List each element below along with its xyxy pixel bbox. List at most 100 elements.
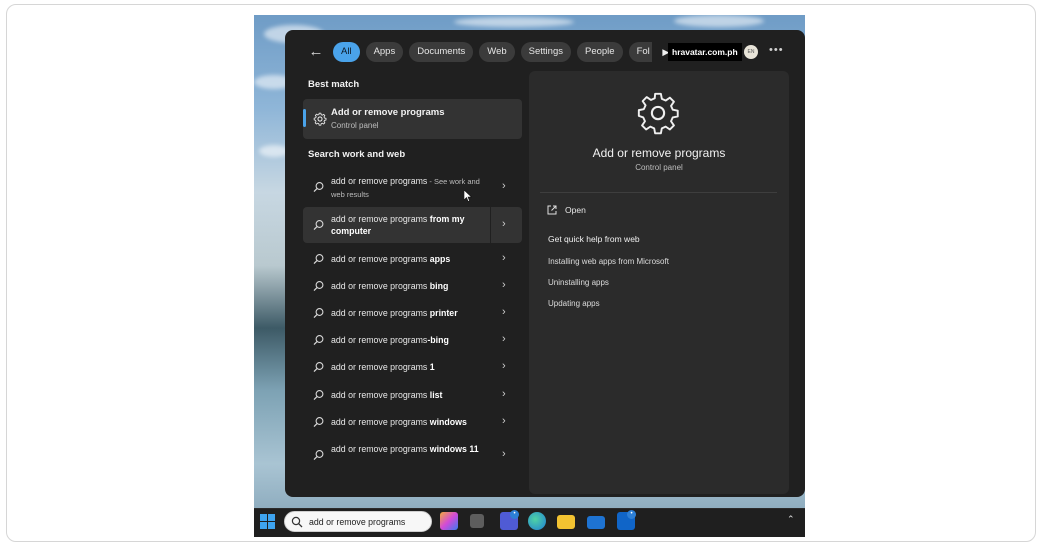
web-result-query: add or remove programs [331,308,430,318]
web-result-label: add or remove programs apps [331,253,491,265]
chevron-right-icon[interactable]: › [502,388,506,400]
web-result-item[interactable]: add or remove programs bing › [303,276,522,296]
chevron-right-icon[interactable]: › [502,415,506,427]
search-icon [313,308,324,319]
web-result-label: add or remove programs-bing [331,334,491,346]
web-result-item[interactable]: add or remove programs list › [303,385,522,405]
best-match-heading: Best match [308,79,360,90]
filter-settings[interactable]: Settings [520,42,571,62]
chevron-right-icon[interactable]: › [502,360,506,372]
help-link-uninstall[interactable]: Uninstalling apps [548,278,609,287]
search-icon [291,516,303,528]
web-result-item[interactable]: add or remove programs-bing › [303,330,522,350]
search-icon [313,254,324,265]
chevron-right-icon[interactable]: › [502,180,506,192]
web-result-item[interactable]: add or remove programs 1 › [303,357,522,377]
best-match-subtitle: Control panel [331,121,379,130]
filter-people[interactable]: People [576,42,623,62]
web-result-completion: apps [429,254,451,264]
web-result-label: add or remove programs from my computer [331,213,491,237]
search-icon [313,362,324,373]
web-results-heading: Search work and web [308,149,406,160]
web-result-label: add or remove programs bing [331,280,491,292]
detail-divider [540,192,777,193]
web-result-query: add or remove programs [331,417,430,427]
detail-subtitle: Control panel [635,163,683,172]
web-result-completion: -bing [427,335,449,345]
web-result-completion: bing [429,281,449,291]
avatar[interactable]: EN [744,45,758,59]
web-result-completion: printer [429,308,458,318]
search-icon [313,417,324,428]
open-label: Open [565,205,586,215]
outlook-badge: • [627,510,636,519]
search-icon [313,335,324,346]
web-result-label: add or remove programs list [331,389,491,401]
web-result-label: add or remove programs 1 [331,361,491,373]
open-external-icon [547,205,557,215]
chevron-right-icon[interactable]: › [502,252,506,264]
selection-indicator [303,109,306,127]
control-panel-gear-icon [637,92,679,135]
chevron-right-icon[interactable]: › [502,218,506,230]
web-result-query: add or remove programs [331,335,428,345]
back-arrow-icon[interactable]: ← [305,41,327,63]
help-link-update[interactable]: Updating apps [548,299,600,308]
web-result-completion: 1 [429,362,435,372]
chevron-right-icon[interactable]: › [502,448,506,460]
web-result-completion: list [429,390,443,400]
windows-start-icon[interactable] [260,514,275,529]
web-result-item[interactable]: add or remove programs printer › [303,303,522,323]
web-result-label: add or remove programs printer [331,307,491,319]
chevron-right-icon[interactable]: › [502,333,506,345]
copilot-icon[interactable] [440,512,458,530]
search-filter-bar: ← All Apps Documents Web Settings People… [305,40,674,64]
help-link-install[interactable]: Installing web apps from Microsoft [548,257,669,266]
filter-documents[interactable]: Documents [409,42,474,62]
taskbar-search-input[interactable]: add or remove programs [309,517,405,527]
teams-badge: • [510,510,519,519]
more-options-icon[interactable]: ••• [769,44,784,56]
web-result-query: add or remove programs [331,176,428,186]
taskbar-search-box[interactable]: add or remove programs [284,511,432,532]
filter-folders[interactable]: Fol [628,42,652,62]
best-match-title: Add or remove programs [331,107,445,118]
web-result-query: add or remove programs [331,444,430,454]
edge-icon[interactable] [528,512,546,530]
show-hidden-icons-chevron-icon[interactable]: ⌃ [787,514,795,525]
web-result-item[interactable]: add or remove programs from my computer › [303,207,522,243]
web-result-label: add or remove programs windows 11 [331,443,491,455]
web-result-item[interactable]: add or remove programs windows 11 › [303,439,522,471]
web-result-query: add or remove programs [331,390,430,400]
search-icon [313,182,324,193]
web-result-label: add or remove programs windows [331,416,491,428]
web-result-item[interactable]: add or remove programs - See work and we… [303,172,522,202]
account-label[interactable]: hravatar.com.ph [668,43,742,61]
filter-apps[interactable]: Apps [365,42,404,62]
web-result-item[interactable]: add or remove programs apps › [303,249,522,269]
file-explorer-icon[interactable] [557,515,575,529]
web-result-query: add or remove programs [331,362,430,372]
web-result-query: add or remove programs [331,254,430,264]
best-match-item[interactable]: Add or remove programs Control panel [303,99,522,139]
detail-title: Add or remove programs [592,146,726,160]
search-icon [313,220,324,231]
web-result-item[interactable]: add or remove programs windows › [303,412,522,432]
help-heading: Get quick help from web [548,234,640,244]
task-view-icon[interactable] [470,514,484,528]
search-icon [313,281,324,292]
web-result-query: add or remove programs [331,281,430,291]
mail-icon[interactable] [587,516,605,529]
row-divider [490,207,491,243]
filter-all[interactable]: All [333,42,360,62]
gear-icon [313,112,327,126]
web-result-completion: windows [429,417,467,427]
web-result-query: add or remove programs [331,214,430,224]
web-result-completion: windows 11 [429,444,479,454]
open-action[interactable]: Open [547,205,586,215]
filter-web[interactable]: Web [479,42,515,62]
chevron-right-icon[interactable]: › [502,279,506,291]
search-icon [313,390,324,401]
search-icon [313,450,324,461]
chevron-right-icon[interactable]: › [502,306,506,318]
